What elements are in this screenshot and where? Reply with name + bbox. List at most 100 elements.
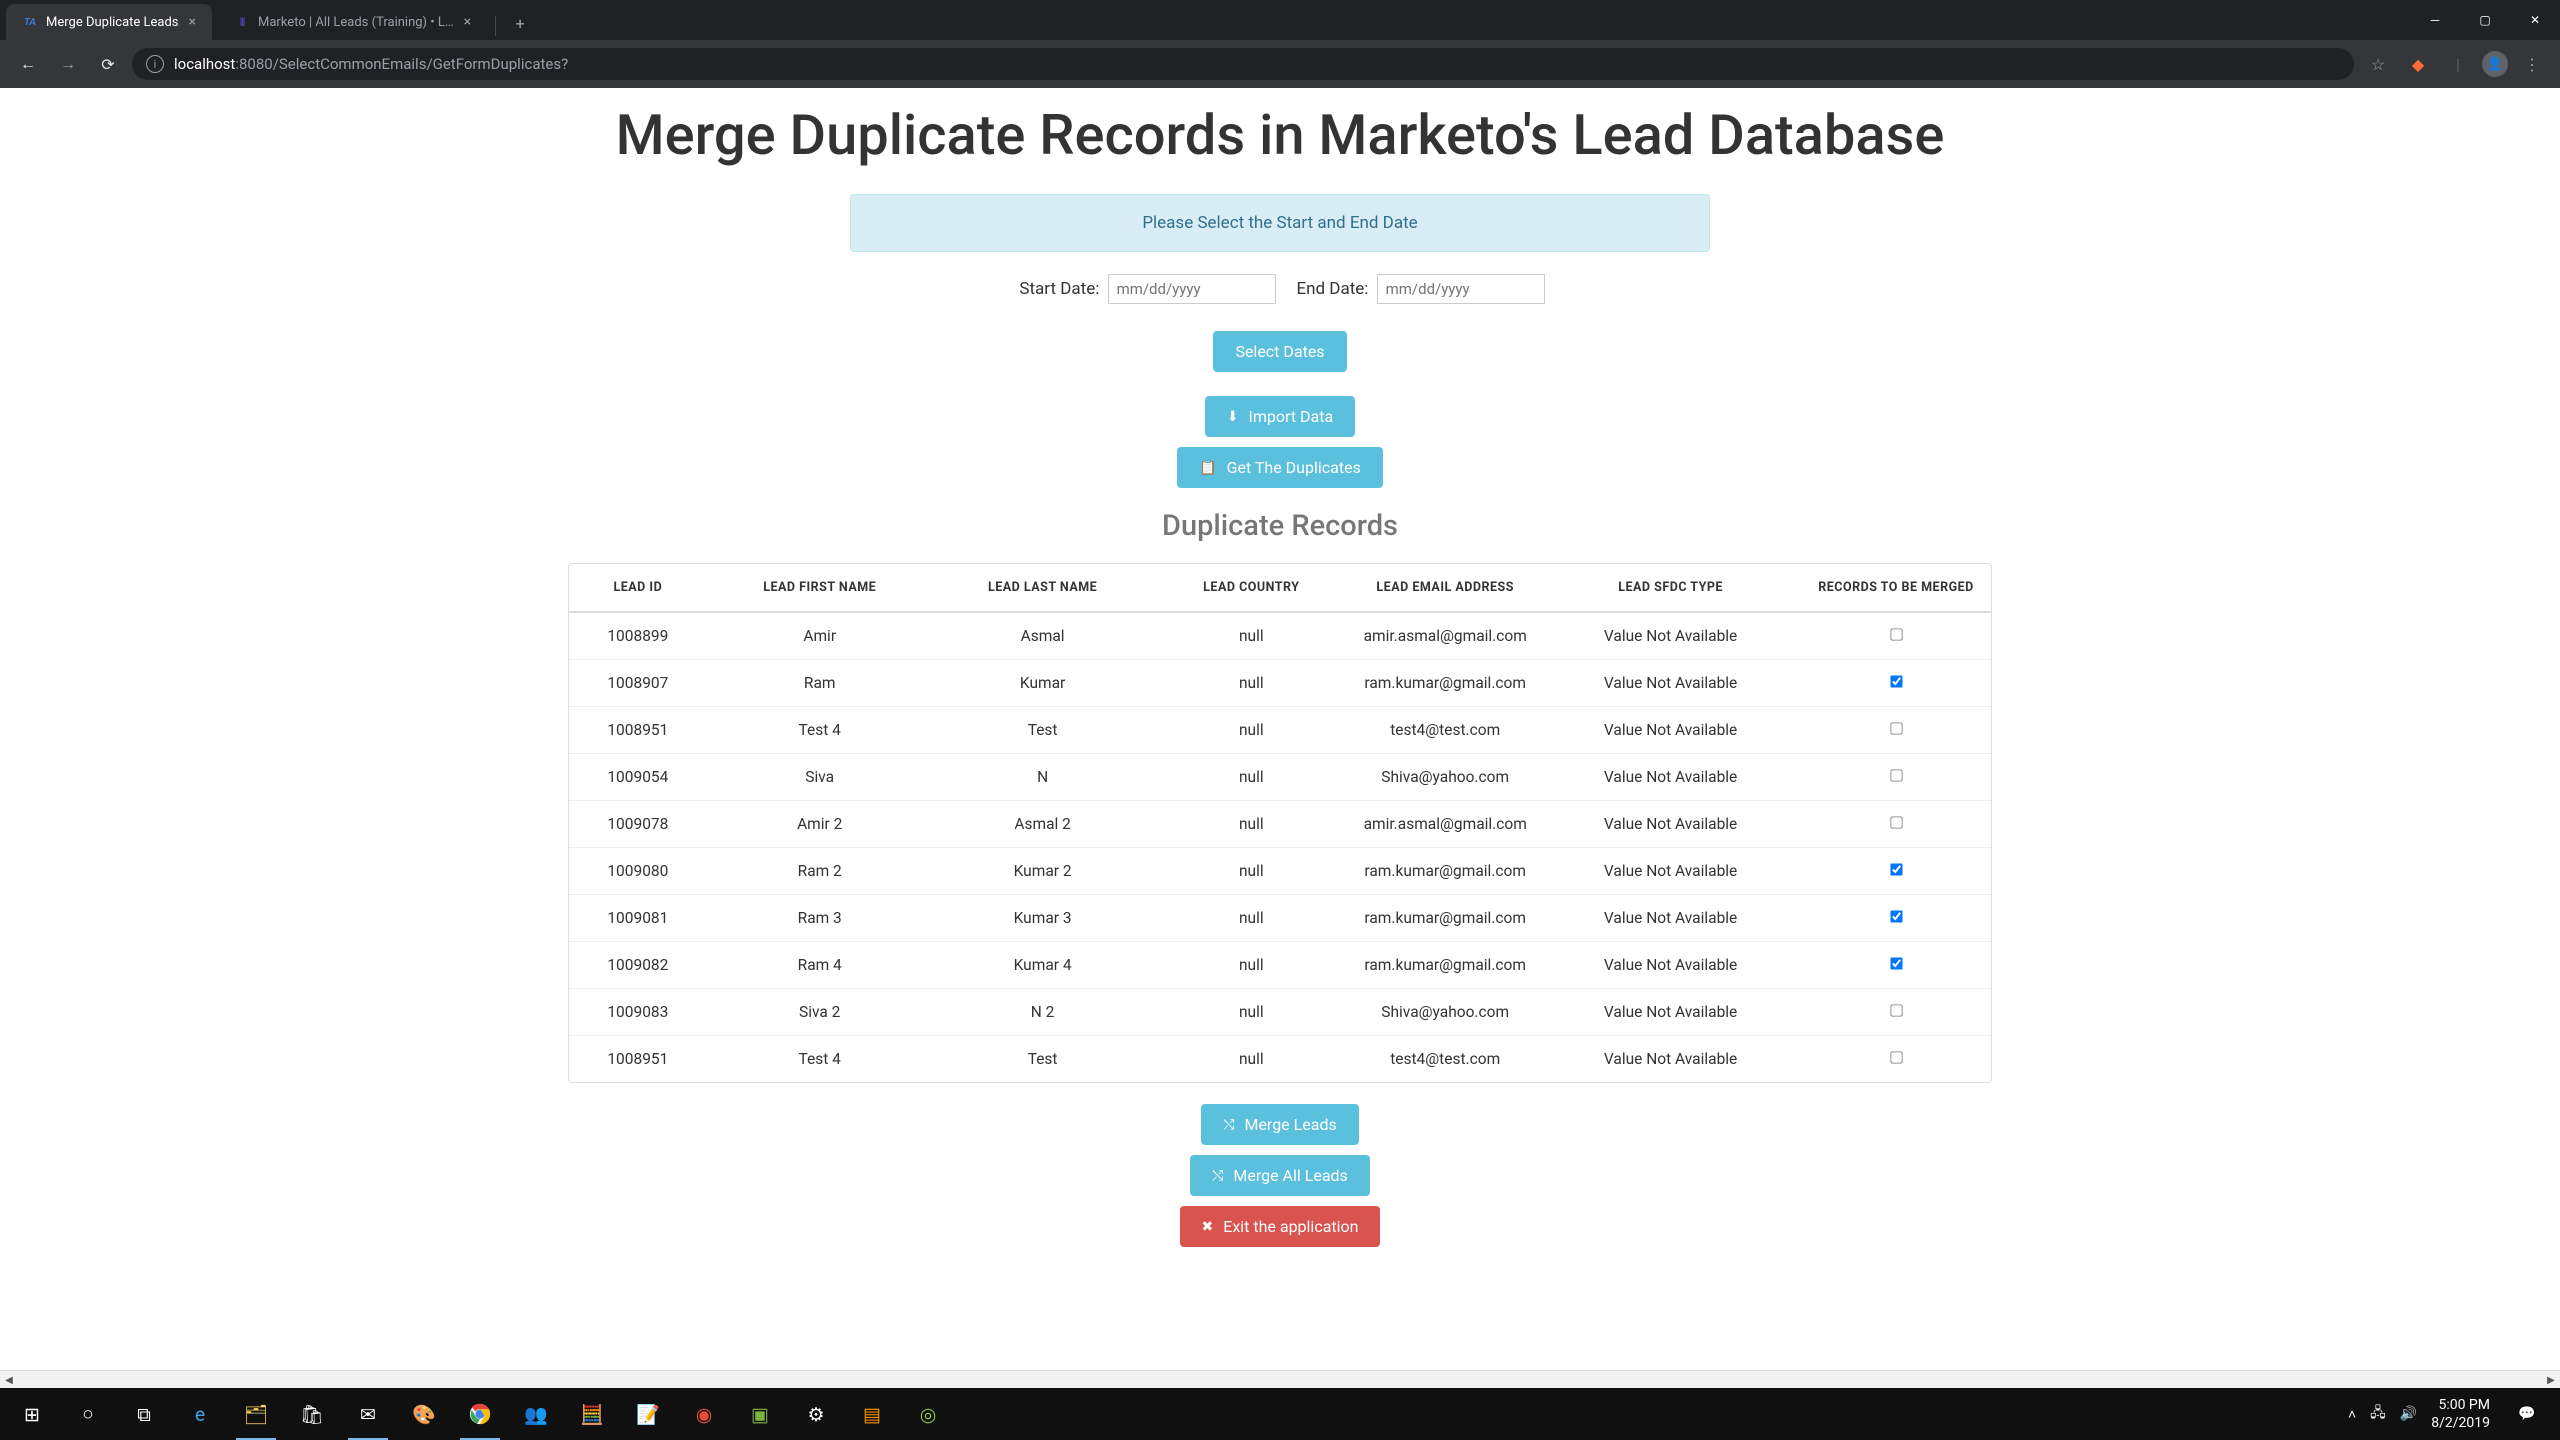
nav-back-button[interactable]: ← [12, 48, 44, 80]
date-selection-row: Start Date: End Date: [20, 274, 2540, 304]
taskbar-calculator-icon[interactable]: 🧮 [564, 1388, 620, 1440]
bookmark-star-icon[interactable]: ☆ [2362, 48, 2394, 80]
table-cell: Shiva@yahoo.com [1350, 754, 1540, 801]
profile-avatar[interactable]: 👤 [2482, 51, 2508, 77]
table-header: Lead Last Name [933, 564, 1153, 612]
tray-volume-icon[interactable]: 🔊 [2400, 1406, 2417, 1422]
taskbar-app-icon[interactable]: ▣ [732, 1388, 788, 1440]
import-data-button[interactable]: ⬇ Import Data [1205, 396, 1355, 437]
task-view-button[interactable]: ⧉ [116, 1388, 172, 1440]
taskbar-notepad-icon[interactable]: 📝 [620, 1388, 676, 1440]
tab-close-icon[interactable]: × [179, 14, 196, 30]
taskbar-mail-icon[interactable]: ✉ [340, 1388, 396, 1440]
table-cell: Test [933, 1036, 1153, 1083]
window-maximize-button[interactable]: ▢ [2460, 0, 2510, 40]
table-cell: 1009054 [569, 754, 707, 801]
scroll-right-arrow[interactable]: ▶ [2542, 1371, 2560, 1389]
taskbar-sublime-icon[interactable]: ▤ [844, 1388, 900, 1440]
nav-forward-button[interactable]: → [52, 48, 84, 80]
system-clock[interactable]: 5:00 PM 8/2/2019 [2431, 1396, 2490, 1432]
table-cell: Asmal [933, 612, 1153, 660]
table-cell: test4@test.com [1350, 1036, 1540, 1083]
table-cell: test4@test.com [1350, 707, 1540, 754]
taskbar-edge-icon[interactable]: e [172, 1388, 228, 1440]
duplicate-records-heading: Duplicate Records [20, 509, 2540, 543]
table-cell-checkbox [1801, 801, 1991, 848]
table-cell: null [1152, 707, 1350, 754]
new-tab-button[interactable]: + [506, 9, 534, 37]
table-cell-checkbox [1801, 707, 1991, 754]
table-cell: Value Not Available [1540, 754, 1801, 801]
url-field[interactable]: i localhost:8080/SelectCommonEmails/GetF… [132, 48, 2354, 80]
extension-postman-icon[interactable]: ◆ [2402, 48, 2434, 80]
merge-checkbox[interactable] [1890, 628, 1902, 640]
merge-checkbox[interactable] [1890, 675, 1902, 687]
table-cell: N 2 [933, 989, 1153, 1036]
table-cell: 1009080 [569, 848, 707, 895]
table-header: Lead Email Address [1350, 564, 1540, 612]
taskbar-chrome-icon[interactable] [452, 1388, 508, 1440]
merge-checkbox[interactable] [1890, 769, 1902, 781]
taskbar-store-icon[interactable]: 🛍 [284, 1388, 340, 1440]
merge-checkbox[interactable] [1890, 1004, 1902, 1016]
merge-all-leads-button[interactable]: ⤭ Merge All Leads [1190, 1155, 1370, 1196]
taskbar-file-explorer-icon[interactable]: 🗂 [228, 1388, 284, 1440]
taskbar-teams-icon[interactable]: 👥 [508, 1388, 564, 1440]
shuffle-icon: ⤭ [1212, 1168, 1223, 1184]
table-cell: Test 4 [707, 1036, 933, 1083]
table-row: 1008951Test 4Testnulltest4@test.comValue… [569, 1036, 1991, 1083]
start-date-input[interactable] [1108, 274, 1276, 304]
table-row: 1009080Ram 2Kumar 2nullram.kumar@gmail.c… [569, 848, 1991, 895]
merge-checkbox[interactable] [1890, 1051, 1902, 1063]
table-cell: 1008907 [569, 660, 707, 707]
table-cell-checkbox [1801, 848, 1991, 895]
end-date-label: End Date: [1296, 279, 1368, 299]
end-date-input[interactable] [1377, 274, 1545, 304]
table-cell: Amir [707, 612, 933, 660]
action-center-icon[interactable]: 💬 [2504, 1388, 2550, 1440]
merge-checkbox[interactable] [1890, 910, 1902, 922]
browser-tab-inactive[interactable]: ||| Marketo | All Leads (Training) • L… … [218, 4, 487, 40]
taskbar-app-icon[interactable]: ◎ [900, 1388, 956, 1440]
button-label: Import Data [1249, 407, 1334, 426]
nav-reload-button[interactable]: ⟳ [92, 48, 124, 80]
table-cell: Kumar 2 [933, 848, 1153, 895]
exit-application-button[interactable]: ✖ Exit the application [1180, 1206, 1381, 1247]
merge-checkbox[interactable] [1890, 816, 1902, 828]
scroll-left-arrow[interactable]: ◀ [0, 1371, 18, 1389]
table-cell: Ram 4 [707, 942, 933, 989]
merge-checkbox[interactable] [1890, 722, 1902, 734]
table-cell: Value Not Available [1540, 895, 1801, 942]
start-button[interactable]: ⊞ [4, 1388, 60, 1440]
window-minimize-button[interactable]: ─ [2410, 0, 2460, 40]
window-close-button[interactable]: ✕ [2510, 0, 2560, 40]
merge-checkbox[interactable] [1890, 863, 1902, 875]
horizontal-scrollbar[interactable]: ◀ ▶ [0, 1370, 2560, 1388]
get-duplicates-button[interactable]: 📋 Get The Duplicates [1177, 447, 1383, 488]
cortana-search-button[interactable]: ○ [60, 1388, 116, 1440]
table-cell: null [1152, 848, 1350, 895]
table-cell: null [1152, 895, 1350, 942]
table-cell: Ram 2 [707, 848, 933, 895]
taskbar-paint-icon[interactable]: 🎨 [396, 1388, 452, 1440]
tab-close-icon[interactable]: × [454, 14, 471, 30]
browser-menu-icon[interactable]: ⋮ [2516, 48, 2548, 80]
table-cell: Test [933, 707, 1153, 754]
button-label: Merge All Leads [1233, 1166, 1347, 1185]
table-cell: null [1152, 612, 1350, 660]
window-controls: ─ ▢ ✕ [2410, 0, 2560, 40]
merge-leads-button[interactable]: ⤭ Merge Leads [1201, 1104, 1358, 1145]
table-cell: Siva 2 [707, 989, 933, 1036]
table-cell: 1009081 [569, 895, 707, 942]
select-dates-button[interactable]: Select Dates [1213, 331, 1346, 372]
favicon-marketo: ||| [234, 14, 250, 30]
tray-network-icon[interactable]: 🖧 [2370, 1402, 2386, 1426]
tray-chevron-up-icon[interactable]: ˄ [2348, 1406, 2356, 1423]
taskbar-app-icon[interactable]: ◉ [676, 1388, 732, 1440]
table-cell: ram.kumar@gmail.com [1350, 895, 1540, 942]
browser-tab-active[interactable]: TA Merge Duplicate Leads × [6, 4, 212, 40]
site-info-icon[interactable]: i [146, 55, 164, 73]
taskbar-settings-icon[interactable]: ⚙ [788, 1388, 844, 1440]
system-tray: ˄ 🖧 🔊 5:00 PM 8/2/2019 💬 [2348, 1388, 2556, 1440]
merge-checkbox[interactable] [1890, 957, 1902, 969]
